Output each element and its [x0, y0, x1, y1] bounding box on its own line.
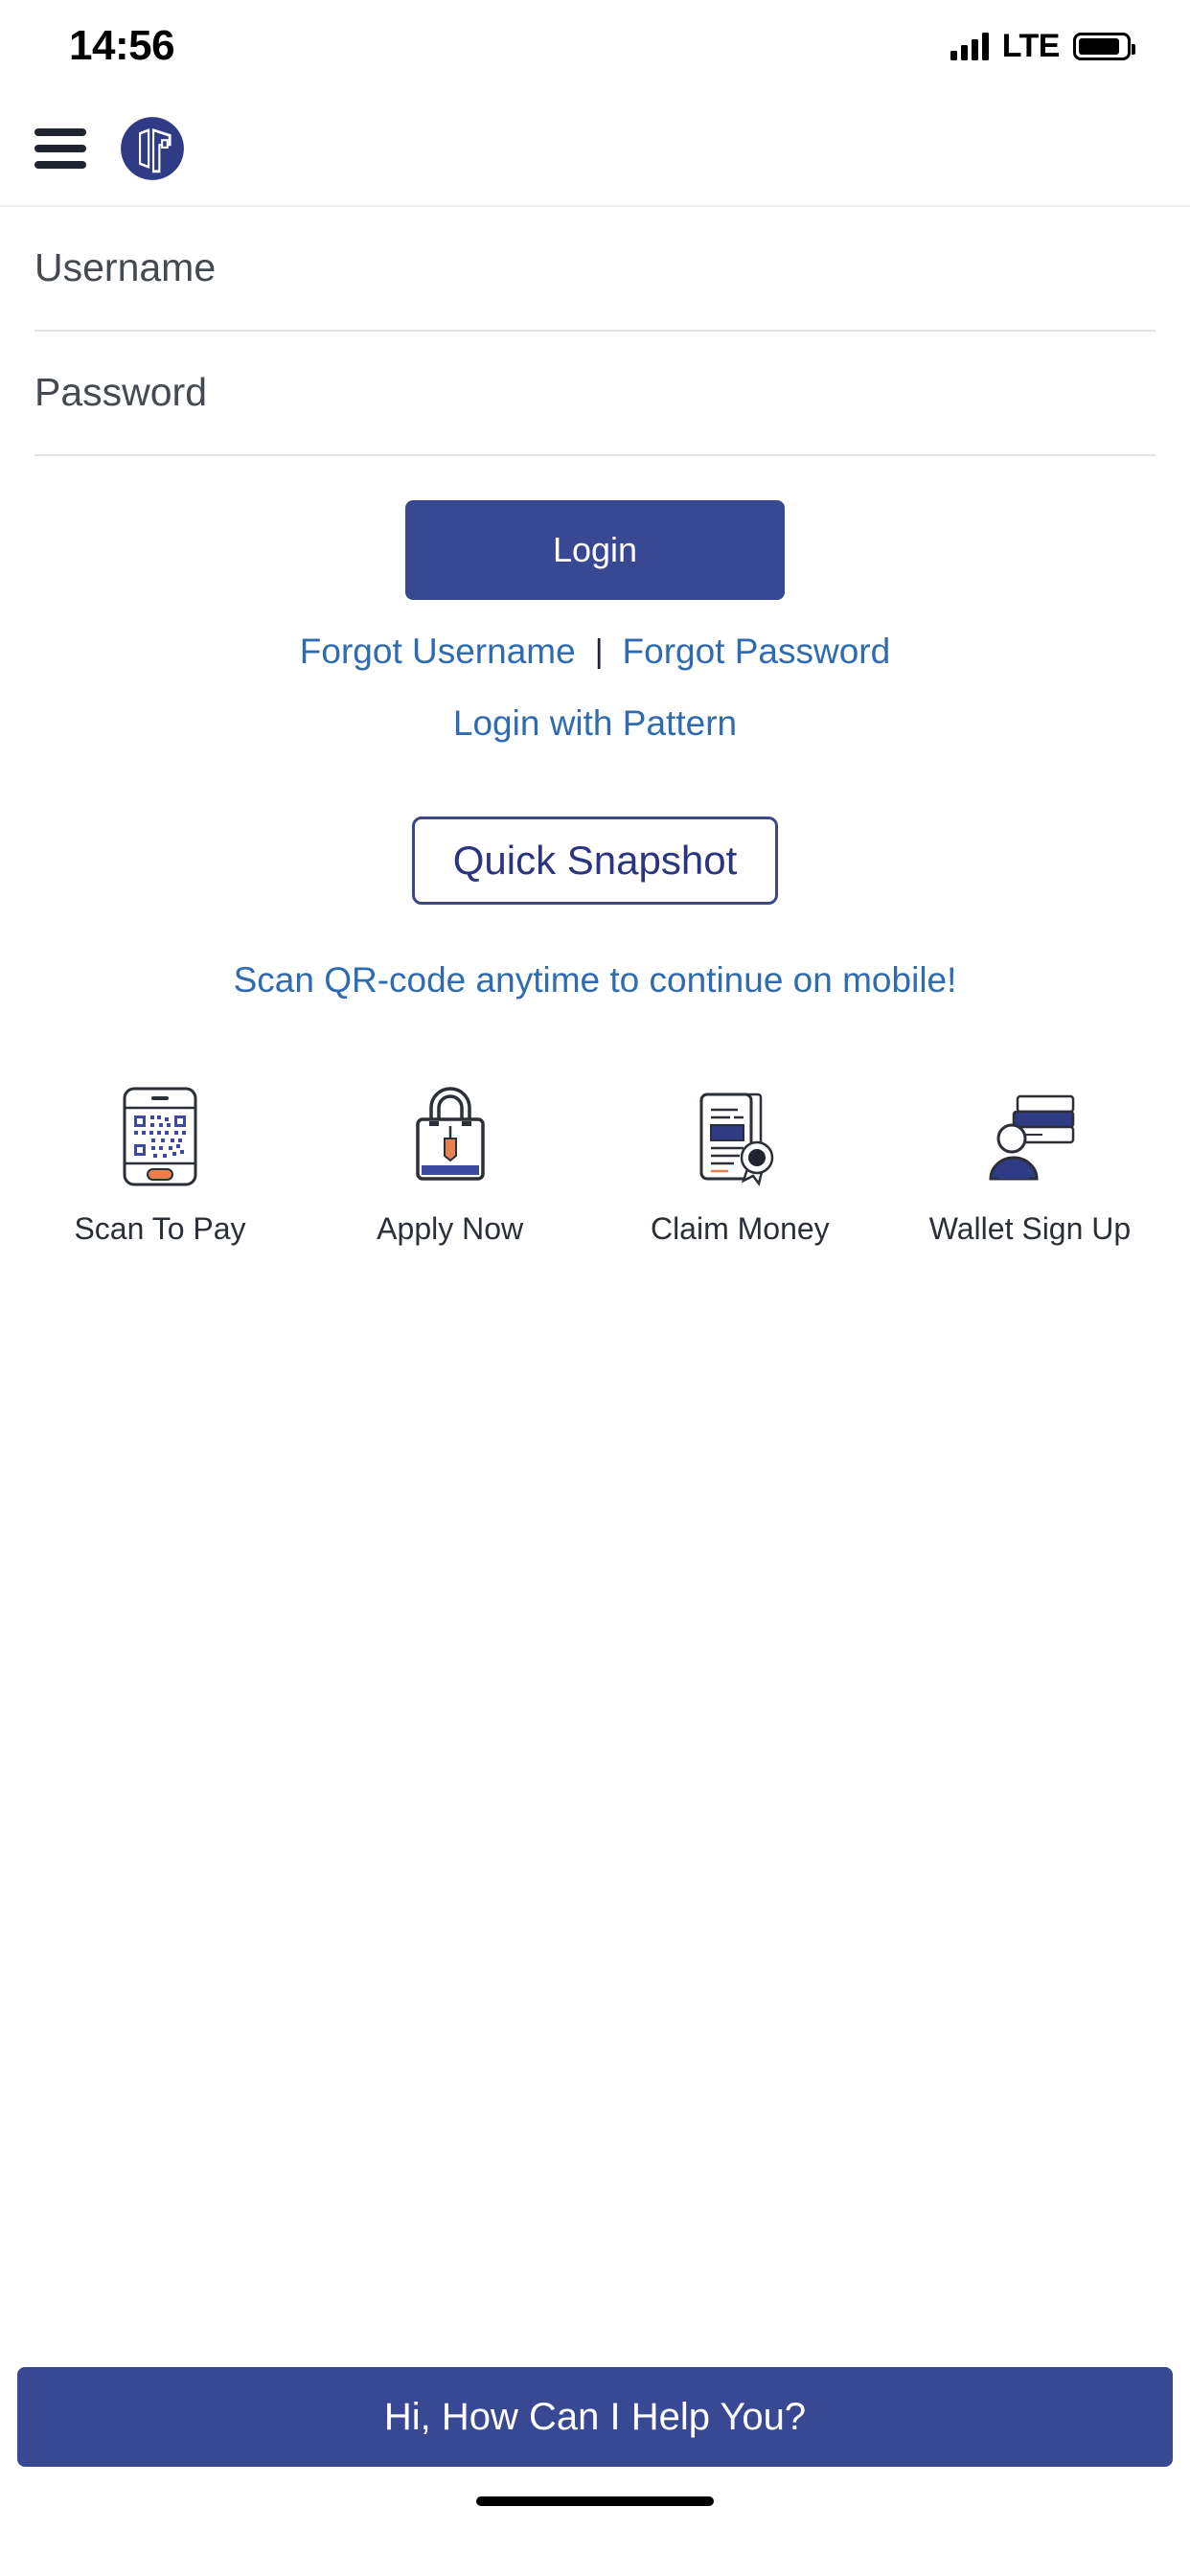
quick-snapshot-button[interactable]: Quick Snapshot	[411, 816, 779, 905]
login-with-pattern-link[interactable]: Login with Pattern	[453, 703, 737, 743]
shortcut-claim-money[interactable]: Claim Money	[620, 1083, 859, 1247]
forgot-links-row: Forgot Username | Forgot Password	[0, 632, 1190, 672]
status-time: 14:56	[69, 22, 175, 69]
bank-logo-icon[interactable]	[119, 115, 186, 182]
quick-snapshot-row: Quick Snapshot	[0, 816, 1190, 905]
password-input[interactable]	[34, 370, 1156, 415]
shortcut-label: Claim Money	[650, 1211, 830, 1246]
link-separator: |	[594, 632, 604, 670]
hamburger-menu-icon[interactable]	[34, 128, 86, 169]
forgot-username-link[interactable]: Forgot Username	[300, 632, 576, 672]
shortcut-apply-now[interactable]: Apply Now	[331, 1083, 570, 1247]
app-header	[0, 92, 1190, 207]
chat-assistant-bar[interactable]: Hi, How Can I Help You?	[17, 2367, 1173, 2467]
status-bar: 14:56 LTE	[0, 0, 1190, 92]
login-form	[0, 207, 1190, 456]
username-input[interactable]	[34, 245, 1156, 290]
phone-qr-icon	[123, 1083, 197, 1190]
shortcut-scan-to-pay[interactable]: Scan To Pay	[40, 1083, 280, 1247]
shortcut-wallet-sign-up[interactable]: Wallet Sign Up	[910, 1083, 1150, 1247]
network-type-label: LTE	[1001, 27, 1061, 64]
forgot-password-link[interactable]: Forgot Password	[623, 632, 891, 672]
login-button[interactable]: Login	[405, 500, 785, 600]
person-cards-icon	[979, 1083, 1081, 1190]
shopping-bag-icon	[406, 1083, 494, 1190]
login-button-row: Login	[0, 456, 1190, 600]
shortcut-label: Scan To Pay	[74, 1211, 246, 1246]
username-field-wrapper	[34, 207, 1156, 332]
shortcut-label: Apply Now	[377, 1211, 524, 1246]
status-indicators: LTE	[950, 27, 1135, 65]
battery-icon	[1073, 32, 1135, 60]
password-field-wrapper	[34, 332, 1156, 456]
certificate-award-icon	[692, 1083, 788, 1190]
qr-scan-note: Scan QR-code anytime to continue on mobi…	[233, 960, 957, 1000]
home-indicator	[476, 2496, 714, 2506]
shortcut-row: Scan To Pay Apply Now Claim Money Wallet…	[0, 1083, 1190, 1247]
pattern-login-row: Login with Pattern	[0, 703, 1190, 744]
signal-bars-icon	[950, 32, 989, 60]
shortcut-label: Wallet Sign Up	[928, 1211, 1132, 1246]
